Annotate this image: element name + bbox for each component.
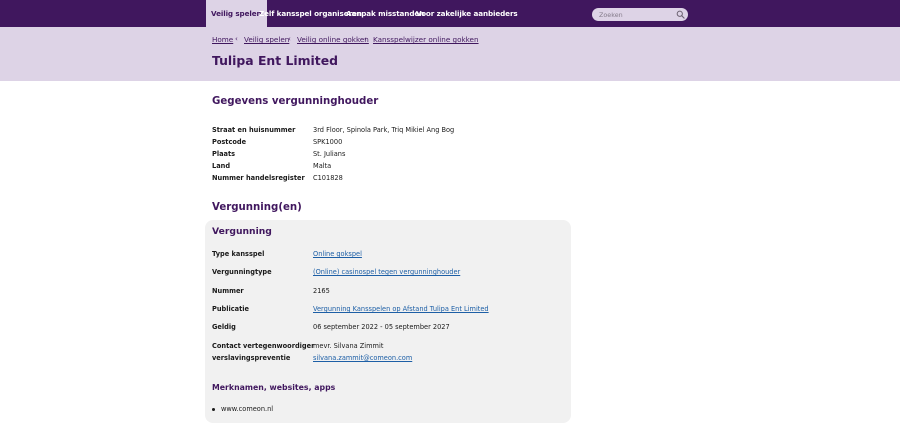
country-label: Land — [212, 162, 231, 170]
brands-title: Merknamen, websites, apps — [212, 383, 336, 392]
license-number-label: Nummer — [212, 287, 244, 295]
nav-item-veilig-spelen[interactable]: Veilig spelen — [206, 0, 267, 27]
chevron-left-icon: ‹ — [235, 35, 238, 43]
city-label: Plaats — [212, 150, 236, 158]
contact-label-line1: Contact vertegenwoordiger — [212, 342, 315, 350]
breadcrumb-veilig-online-gokken[interactable]: Veilig online gokken — [297, 35, 369, 44]
top-navigation: Veilig spelen Zelf kansspel organiseren … — [0, 0, 900, 27]
city-value: St. Julians — [313, 150, 346, 158]
chevron-left-icon: ‹ — [364, 35, 367, 43]
brand-list-item: www.comeon.nl — [221, 405, 274, 413]
contact-email-link[interactable]: silvana.zammit@comeon.com — [313, 354, 412, 362]
breadcrumb-home[interactable]: Home — [212, 35, 233, 44]
page-title: Tulipa Ent Limited — [212, 53, 338, 68]
bullet-icon — [212, 408, 215, 411]
license-card-title: Vergunning — [212, 226, 272, 237]
publication-link[interactable]: Vergunning Kansspelen op Afstand Tulipa … — [313, 305, 489, 313]
contact-label-line2: verslavingspreventie — [212, 354, 291, 362]
breadcrumb-veilig-spelen[interactable]: Veilig spelen — [244, 35, 289, 44]
postcode-value: SPK1000 — [313, 138, 343, 146]
chevron-left-icon: ‹ — [288, 35, 291, 43]
trade-register-label: Nummer handelsregister — [212, 174, 305, 182]
game-type-link[interactable]: Online gokspel — [313, 250, 362, 258]
nav-item-aanpak-misstanden[interactable]: Aanpak misstanden — [346, 0, 424, 27]
search-icon[interactable] — [676, 10, 685, 19]
game-type-label: Type kansspel — [212, 250, 265, 258]
trade-register-value: C101828 — [313, 174, 343, 182]
license-type-link[interactable]: (Online) casinospel tegen vergunninghoud… — [313, 268, 460, 276]
address-value: 3rd Floor, Spinola Park, Triq Mikiel Ang… — [313, 126, 455, 134]
holder-section-title: Gegevens vergunninghouder — [212, 96, 379, 107]
nav-item-zakelijke-aanbieders[interactable]: Voor zakelijke aanbieders — [416, 0, 518, 27]
search-box — [592, 8, 688, 21]
license-number-value: 2165 — [313, 287, 330, 295]
breadcrumb-kansspelwijzer[interactable]: Kansspelwijzer online gokken — [373, 35, 479, 44]
validity-value: 06 september 2022 - 05 september 2027 — [313, 323, 450, 331]
contact-name: mevr. Silvana Zimmit — [313, 342, 384, 350]
license-type-label: Vergunningtype — [212, 268, 272, 276]
validity-label: Geldig — [212, 323, 236, 331]
country-value: Malta — [313, 162, 332, 170]
address-label: Straat en huisnummer — [212, 126, 296, 134]
postcode-label: Postcode — [212, 138, 247, 146]
search-input[interactable] — [599, 8, 673, 21]
publication-label: Publicatie — [212, 305, 250, 313]
licenses-section-title: Vergunning(en) — [212, 202, 302, 213]
